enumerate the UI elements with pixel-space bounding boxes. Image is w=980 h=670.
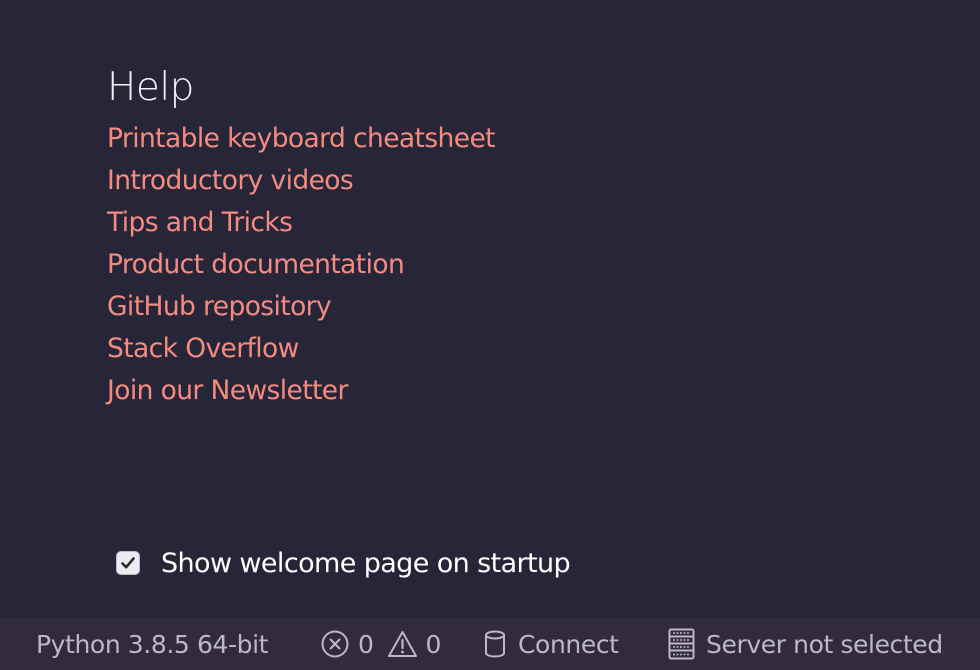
- help-link-item: Printable keyboard cheatsheet: [107, 118, 496, 160]
- problems-item[interactable]: 0 0: [320, 618, 441, 670]
- keyboard-cheatsheet-link[interactable]: Printable keyboard cheatsheet: [107, 123, 496, 154]
- stack-overflow-link[interactable]: Stack Overflow: [107, 333, 299, 364]
- tips-and-tricks-link[interactable]: Tips and Tricks: [107, 207, 293, 238]
- checkmark-icon: [121, 557, 135, 569]
- help-link-item: Product documentation: [107, 244, 495, 286]
- show-on-startup-label[interactable]: Show welcome page on startup: [161, 548, 571, 579]
- database-icon: [485, 630, 505, 658]
- introductory-videos-link[interactable]: Introductory videos: [107, 165, 354, 196]
- welcome-page: Help Printable keyboard cheatsheet Intro…: [0, 0, 980, 618]
- github-repository-link[interactable]: GitHub repository: [107, 291, 332, 322]
- help-link-item: Join our Newsletter: [107, 370, 495, 412]
- show-on-startup-row: Show welcome page on startup: [116, 543, 571, 583]
- newsletter-link[interactable]: Join our Newsletter: [107, 375, 348, 406]
- show-on-startup-checkbox[interactable]: [116, 551, 140, 575]
- product-documentation-link[interactable]: Product documentation: [107, 249, 405, 280]
- connect-label: Connect: [518, 629, 619, 659]
- help-link-item: Stack Overflow: [107, 328, 495, 370]
- status-bar: Python 3.8.5 64-bit 0 0 Connect Server n…: [0, 618, 980, 670]
- error-count: 0: [358, 629, 374, 659]
- connect-item[interactable]: Connect: [484, 618, 619, 670]
- error-circle-icon: [321, 630, 349, 658]
- help-link-item: GitHub repository: [107, 286, 495, 328]
- python-interpreter-label: Python 3.8.5 64-bit: [36, 629, 269, 659]
- warning-count: 0: [425, 629, 442, 659]
- server-label: Server not selected: [706, 629, 943, 659]
- help-link-item: Introductory videos: [107, 160, 495, 202]
- python-interpreter-item[interactable]: Python 3.8.5 64-bit: [36, 618, 268, 670]
- server-item[interactable]: Server not selected: [668, 618, 943, 670]
- help-links-list: Printable keyboard cheatsheet Introducto…: [107, 118, 496, 412]
- help-link-item: Tips and Tricks: [107, 202, 495, 244]
- help-heading: Help: [107, 65, 194, 110]
- warning-triangle-icon: [387, 631, 417, 657]
- server-rack-icon: [668, 628, 695, 660]
- help-section: Help Printable keyboard cheatsheet Intro…: [107, 62, 496, 412]
